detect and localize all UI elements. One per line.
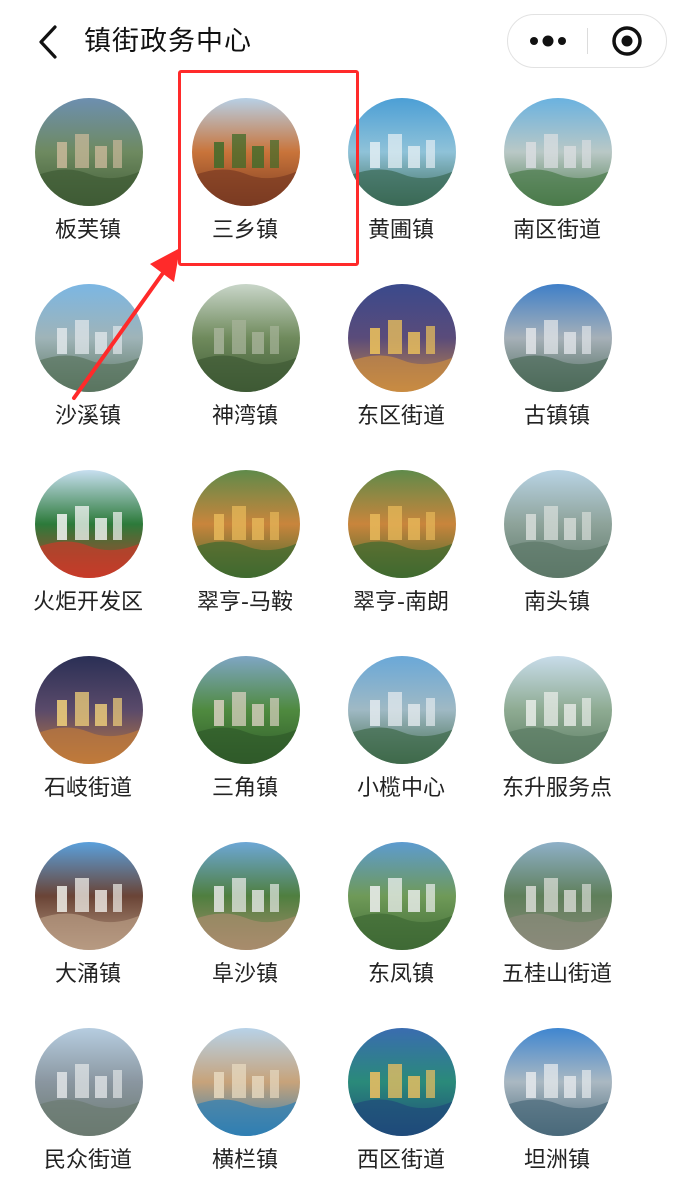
town-item[interactable]: 翠亨-马鞍 [167, 456, 323, 636]
town-item[interactable]: 火炬开发区 [10, 456, 166, 636]
town-item[interactable]: 沙溪镇 [10, 270, 166, 450]
town-item[interactable]: 南区街道 [479, 84, 635, 264]
town-item[interactable]: 五桂山街道 [479, 828, 635, 1008]
town-item[interactable]: 民众街道 [10, 1014, 166, 1194]
chevron-left-icon [39, 25, 57, 59]
town-item[interactable]: 黄圃镇 [323, 84, 479, 264]
town-label: 东凤镇 [367, 962, 434, 987]
town-label: 黄圃镇 [367, 218, 434, 243]
town-thumbnail [504, 656, 612, 764]
town-label: 古镇镇 [523, 404, 590, 429]
town-label: 石岐街道 [43, 776, 132, 801]
town-item[interactable]: 阜沙镇 [167, 828, 323, 1008]
back-button[interactable] [30, 22, 66, 62]
town-label: 小榄中心 [356, 776, 445, 801]
town-item[interactable]: 三角镇 [167, 642, 323, 822]
town-thumbnail [35, 656, 143, 764]
town-thumbnail [192, 98, 300, 206]
town-label: 三乡镇 [211, 218, 278, 243]
town-label: 东升服务点 [501, 776, 612, 801]
town-label: 横栏镇 [211, 1148, 278, 1173]
town-label: 南区街道 [512, 218, 601, 243]
town-thumbnail [504, 284, 612, 392]
town-label: 神湾镇 [211, 404, 278, 429]
mini-program-capsule [507, 14, 667, 68]
town-label: 板芙镇 [54, 218, 121, 243]
town-label: 阜沙镇 [211, 962, 278, 987]
town-thumbnail [504, 470, 612, 578]
town-item[interactable]: 大涌镇 [10, 828, 166, 1008]
town-thumbnail [348, 98, 456, 206]
town-item[interactable]: 东凤镇 [323, 828, 479, 1008]
town-label: 东区街道 [356, 404, 445, 429]
town-label: 翠亨-马鞍 [197, 590, 293, 615]
more-dots-icon [530, 35, 566, 46]
town-label: 沙溪镇 [54, 404, 121, 429]
town-item[interactable]: 古镇镇 [479, 270, 635, 450]
town-item[interactable]: 横栏镇 [167, 1014, 323, 1194]
town-thumbnail [192, 842, 300, 950]
town-label: 五桂山街道 [501, 962, 612, 987]
town-item[interactable]: 神湾镇 [167, 270, 323, 450]
town-label: 三角镇 [211, 776, 278, 801]
navigation-bar: 镇街政务中心 [0, 0, 700, 84]
town-thumbnail [35, 470, 143, 578]
town-item[interactable]: 小榄中心 [323, 642, 479, 822]
town-thumbnail [348, 1028, 456, 1136]
town-thumbnail [35, 284, 143, 392]
page-title: 镇街政务中心 [84, 26, 252, 57]
town-label: 大涌镇 [54, 962, 121, 987]
town-item[interactable]: 翠亨-南朗 [323, 456, 479, 636]
town-thumbnail [192, 656, 300, 764]
town-thumbnail [348, 656, 456, 764]
town-thumbnail [504, 1028, 612, 1136]
town-label: 火炬开发区 [32, 590, 143, 615]
town-item[interactable]: 三乡镇 [167, 84, 323, 264]
town-item[interactable]: 东区街道 [323, 270, 479, 450]
town-label: 坦洲镇 [523, 1148, 590, 1173]
town-thumbnail [192, 1028, 300, 1136]
town-item[interactable]: 西区街道 [323, 1014, 479, 1194]
town-thumbnail [35, 1028, 143, 1136]
town-item[interactable]: 石岐街道 [10, 642, 166, 822]
town-item[interactable]: 南头镇 [479, 456, 635, 636]
target-close-icon [612, 25, 642, 56]
town-item[interactable]: 板芙镇 [10, 84, 166, 264]
town-thumbnail [35, 98, 143, 206]
town-thumbnail [348, 284, 456, 392]
town-item[interactable]: 东升服务点 [479, 642, 635, 822]
town-label: 西区街道 [356, 1148, 445, 1173]
town-item[interactable]: 坦洲镇 [479, 1014, 635, 1194]
town-label: 民众街道 [43, 1148, 132, 1173]
town-thumbnail [348, 470, 456, 578]
town-label: 翠亨-南朗 [353, 590, 449, 615]
town-label: 南头镇 [523, 590, 590, 615]
town-thumbnail [192, 470, 300, 578]
town-thumbnail [35, 842, 143, 950]
town-thumbnail [348, 842, 456, 950]
more-button[interactable] [508, 15, 588, 66]
town-thumbnail [504, 98, 612, 206]
town-thumbnail [192, 284, 300, 392]
close-button[interactable] [588, 15, 666, 66]
town-thumbnail [504, 842, 612, 950]
